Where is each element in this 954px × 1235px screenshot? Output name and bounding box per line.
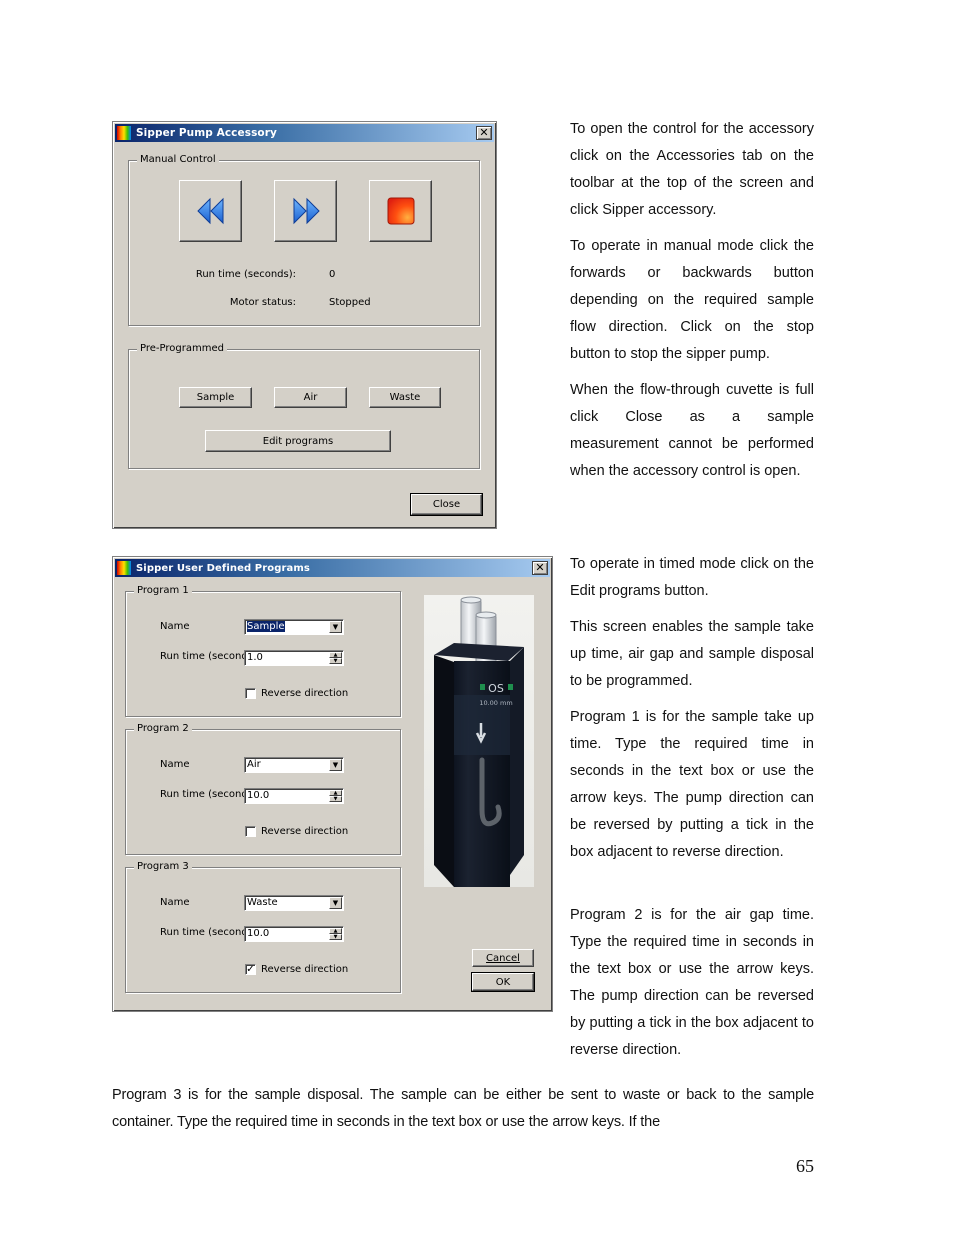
reverse-direction-label: Reverse direction — [261, 964, 349, 975]
paragraph-open-control: To open the control for the accessory cl… — [570, 121, 814, 218]
cuvette-label: OS — [488, 682, 504, 695]
name-label: Name — [160, 897, 190, 908]
run-time-label: Run time (seconds): — [195, 269, 296, 280]
paragraph-program-2: Program 2 is for the air gap time. Type … — [570, 907, 814, 1058]
run-time-spinner[interactable]: 10.0 ▲ ▼ — [244, 788, 344, 804]
ok-label: OK — [495, 976, 511, 988]
ok-button[interactable]: OK — [471, 972, 535, 992]
run-time-value: 10.0 — [247, 790, 270, 801]
title-bar[interactable]: Sipper User Defined Programs ✕ — [115, 559, 550, 577]
spinner-arrows[interactable]: ▲ ▼ — [329, 790, 342, 802]
chevron-down-icon[interactable]: ▼ — [329, 621, 342, 633]
program-2-group: Program 2 Name Air ▼ Run time (seconds) … — [125, 723, 401, 855]
paragraph-timed-mode: To operate in timed mode click on the Ed… — [570, 556, 814, 599]
reverse-direction-checkbox[interactable]: ✓ — [245, 964, 256, 975]
program-group-label: Program 2 — [134, 723, 192, 735]
cuvette-photo: OS 10.00 mm — [424, 595, 534, 887]
reverse-direction-checkbox[interactable] — [245, 688, 256, 699]
dialog-title: Sipper User Defined Programs — [136, 562, 310, 574]
page-number: 65 — [796, 1156, 814, 1176]
program-group-label: Program 1 — [134, 585, 192, 597]
edit-programs-button[interactable]: Edit programs — [205, 430, 391, 452]
dialog-title: Sipper Pump Accessory — [136, 127, 277, 139]
reverse-direction-checkbox[interactable] — [245, 826, 256, 837]
pre-programmed-group: Pre-Programmed Sample Air Waste Edit pro… — [128, 343, 480, 469]
spinner-arrows[interactable]: ▲ ▼ — [329, 652, 342, 664]
stop-icon — [387, 197, 414, 225]
chevron-down-icon[interactable]: ▼ — [329, 897, 342, 909]
app-icon — [117, 561, 131, 575]
manual-control-group: Manual Control Run time (seconds): 0 Mot… — [128, 154, 480, 326]
reverse-direction-label: Reverse direction — [261, 688, 349, 699]
name-label: Name — [160, 759, 190, 770]
paragraph-manual-mode: To operate in manual mode click the forw… — [570, 238, 814, 362]
pre-programmed-label: Pre-Programmed — [137, 343, 227, 355]
program-group-label: Program 3 — [134, 861, 192, 873]
run-time-label: Run time (seconds) — [160, 927, 257, 938]
motor-status-value: Stopped — [329, 297, 371, 308]
forward-button[interactable] — [274, 180, 337, 242]
manual-control-label: Manual Control — [137, 154, 219, 166]
arrow-down-icon[interactable]: ▼ — [329, 796, 342, 802]
run-time-label: Run time (seconds) — [160, 789, 257, 800]
name-label: Name — [160, 621, 190, 632]
sipper-pump-accessory-dialog: Sipper Pump Accessory ✕ Manual Control R… — [112, 121, 497, 529]
run-time-value: 10.0 — [247, 928, 270, 939]
close-icon[interactable]: ✕ — [532, 561, 548, 575]
program-1-group: Program 1 Name Sample ▼ Run time (second… — [125, 585, 401, 717]
arrow-down-icon[interactable]: ▼ — [329, 658, 342, 664]
name-combobox[interactable]: Air ▼ — [244, 757, 344, 773]
paragraph-screen-enables: This screen enables the sample take up t… — [570, 619, 814, 689]
name-combobox[interactable]: Sample ▼ — [244, 619, 344, 635]
run-time-spinner[interactable]: 1.0 ▲ ▼ — [244, 650, 344, 666]
motor-status-label: Motor status: — [229, 297, 296, 308]
air-button[interactable]: Air — [274, 387, 347, 408]
paragraph-close-note: When the flow-through cuvette is full cl… — [570, 382, 814, 479]
run-time-spinner[interactable]: 10.0 ▲ ▼ — [244, 926, 344, 942]
name-value: Air — [247, 759, 261, 770]
run-time-value: 1.0 — [247, 652, 263, 663]
cancel-label: Cancel — [486, 952, 520, 964]
run-time-value: 0 — [329, 269, 336, 280]
paragraph-program-3: Program 3 is for the sample disposal. Th… — [112, 1087, 814, 1130]
checkmark-icon: ✓ — [246, 964, 255, 975]
name-value: Waste — [247, 897, 278, 908]
arrow-down-icon[interactable]: ▼ — [329, 934, 342, 940]
sipper-user-defined-programs-dialog: Sipper User Defined Programs ✕ Program 1… — [112, 556, 553, 1012]
waste-button[interactable]: Waste — [369, 387, 441, 408]
close-button[interactable]: Close — [410, 493, 483, 516]
chevron-down-icon[interactable]: ▼ — [329, 759, 342, 771]
close-icon[interactable]: ✕ — [476, 126, 492, 140]
program-3-group: Program 3 Name Waste ▼ Run time (seconds… — [125, 861, 401, 993]
fast-forward-icon — [293, 197, 320, 225]
rewind-icon — [196, 197, 223, 225]
cuvette-illustration: OS 10.00 mm — [434, 596, 524, 887]
reverse-direction-label: Reverse direction — [261, 826, 349, 837]
app-icon — [117, 126, 131, 140]
cuvette-size: 10.00 mm — [479, 699, 512, 707]
paragraph-program-1: Program 1 is for the sample take up time… — [570, 709, 814, 860]
run-time-label: Run time (seconds) — [160, 651, 257, 662]
sample-button[interactable]: Sample — [179, 387, 252, 408]
name-combobox[interactable]: Waste ▼ — [244, 895, 344, 911]
spinner-arrows[interactable]: ▲ ▼ — [329, 928, 342, 940]
stop-button[interactable] — [369, 180, 432, 242]
name-value: Sample — [247, 621, 285, 632]
backward-button[interactable] — [179, 180, 242, 242]
cancel-button[interactable]: Cancel — [472, 949, 534, 967]
title-bar[interactable]: Sipper Pump Accessory ✕ — [115, 124, 494, 142]
